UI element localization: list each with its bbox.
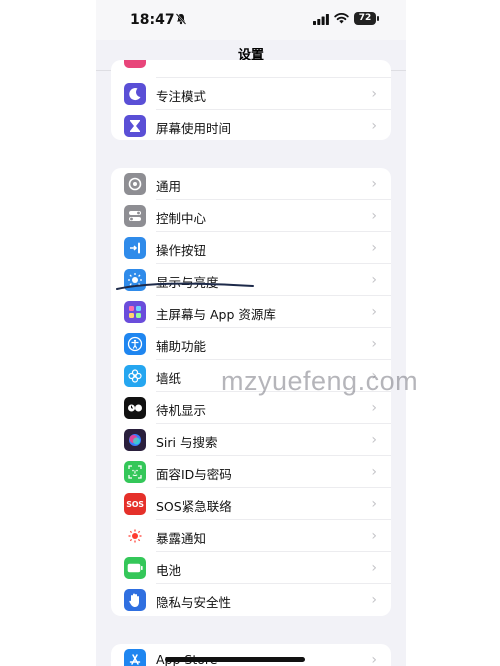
status-time: 18:47: [130, 12, 175, 28]
chevron-right-icon: ›: [371, 304, 377, 320]
chevron-right-icon: ›: [371, 368, 377, 384]
settings-row-accessibility[interactable]: 辅助功能 ›: [111, 328, 391, 360]
sound-icon: [124, 60, 146, 68]
battery-indicator: 72: [354, 12, 376, 25]
toggles-icon: [124, 205, 146, 227]
app-store-icon: [124, 649, 146, 666]
exposure-icon: [124, 525, 146, 547]
chevron-right-icon: ›: [371, 652, 377, 666]
settings-row-focus[interactable]: 专注模式 ›: [111, 78, 391, 110]
chevron-right-icon: ›: [371, 464, 377, 480]
row-label: SOS紧急联络: [156, 499, 232, 514]
row-label: 墙纸: [156, 371, 182, 386]
row-label: 面容ID与密码: [156, 467, 232, 482]
wifi-icon: [334, 12, 349, 24]
chevron-right-icon: ›: [371, 496, 377, 512]
handwritten-underline: [116, 282, 254, 290]
settings-row-face-id[interactable]: 面容ID与密码 ›: [111, 456, 391, 488]
settings-row-standby[interactable]: 待机显示 ›: [111, 392, 391, 424]
chevron-right-icon: ›: [371, 528, 377, 544]
row-label: 暴露通知: [156, 531, 207, 546]
settings-row-action-button[interactable]: 操作按钮 ›: [111, 232, 391, 264]
action-button-icon: [124, 237, 146, 259]
chevron-right-icon: ›: [371, 400, 377, 416]
battery-icon: [124, 557, 146, 579]
settings-row-emergency-sos[interactable]: SOS SOS紧急联络 ›: [111, 488, 391, 520]
bell-slash-icon: [175, 13, 187, 25]
settings-row-wallpaper[interactable]: 墙纸 ›: [111, 360, 391, 392]
chevron-right-icon: ›: [371, 240, 377, 256]
settings-row-battery[interactable]: 电池 ›: [111, 552, 391, 584]
gear-icon: [124, 173, 146, 195]
hourglass-icon: [124, 115, 146, 137]
row-label: 电池: [156, 563, 182, 578]
row-label: 专注模式: [156, 89, 207, 104]
row-label: 主屏幕与 App 资源库: [156, 307, 276, 322]
row-label: 待机显示: [156, 403, 207, 418]
accessibility-icon: [124, 333, 146, 355]
hand-icon: [124, 589, 146, 611]
settings-group-main: 通用 › 控制中心 › 操作按钮 › 显示与亮度 › 主屏幕与 App 资源库 …: [111, 168, 391, 616]
moon-icon: [124, 83, 146, 105]
settings-group-store: App Store ›: [111, 644, 391, 666]
row-label: 隐私与安全性: [156, 595, 232, 610]
chevron-right-icon: ›: [371, 208, 377, 224]
chevron-right-icon: ›: [371, 560, 377, 576]
chevron-right-icon: ›: [371, 432, 377, 448]
row-label: 操作按钮: [156, 243, 207, 258]
settings-row-siri[interactable]: Siri 与搜索 ›: [111, 424, 391, 456]
settings-row-screen-time[interactable]: 屏幕使用时间 ›: [111, 110, 391, 140]
row-label: 辅助功能: [156, 339, 207, 354]
sos-icon: SOS: [124, 493, 146, 515]
chevron-right-icon: ›: [371, 272, 377, 288]
home-indicator[interactable]: [165, 657, 305, 662]
siri-icon: [124, 429, 146, 451]
settings-row-control-center[interactable]: 控制中心 ›: [111, 200, 391, 232]
flower-icon: [124, 365, 146, 387]
standby-icon: [124, 397, 146, 419]
settings-row-app-store[interactable]: App Store ›: [111, 644, 391, 666]
chevron-right-icon: ›: [371, 176, 377, 192]
settings-group-focus: 专注模式 › 屏幕使用时间 ›: [111, 60, 391, 140]
settings-row-home-screen[interactable]: 主屏幕与 App 资源库 ›: [111, 296, 391, 328]
app-grid-icon: [124, 301, 146, 323]
status-bar: 18:47 72: [96, 0, 406, 40]
row-label: 屏幕使用时间: [156, 121, 232, 136]
settings-row-partial[interactable]: [111, 60, 391, 78]
row-label: 通用: [156, 179, 182, 194]
chevron-right-icon: ›: [371, 86, 377, 102]
settings-screen: 18:47 72 设置 专注模式 › 屏幕使用时间 › 通用 › 控制中心 › …: [96, 0, 406, 666]
row-label: Siri 与搜索: [156, 435, 218, 450]
settings-row-general[interactable]: 通用 ›: [111, 168, 391, 200]
settings-row-exposure[interactable]: 暴露通知 ›: [111, 520, 391, 552]
chevron-right-icon: ›: [371, 118, 377, 134]
cellular-signal-icon: [313, 14, 329, 25]
chevron-right-icon: ›: [371, 592, 377, 608]
face-id-icon: [124, 461, 146, 483]
row-label: 控制中心: [156, 211, 207, 226]
battery-tip: [377, 16, 379, 21]
settings-row-privacy[interactable]: 隐私与安全性 ›: [111, 584, 391, 616]
chevron-right-icon: ›: [371, 336, 377, 352]
